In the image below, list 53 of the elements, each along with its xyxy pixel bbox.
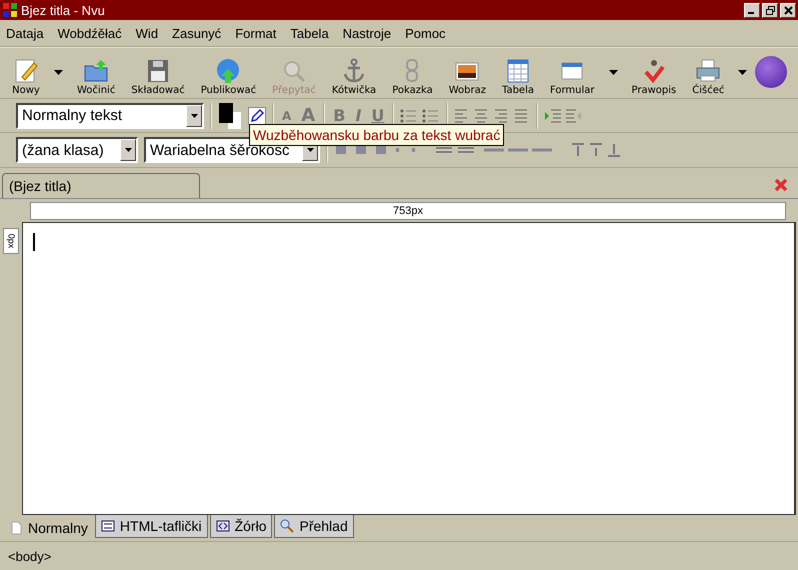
toolbar-button[interactable]: Tabela	[494, 57, 542, 96]
toolbar-button[interactable]: Wočinić	[69, 57, 124, 96]
caret-icon[interactable]	[306, 148, 314, 152]
horizontal-ruler: 753px	[30, 202, 786, 220]
page-icon	[9, 520, 23, 534]
indent-icon[interactable]	[544, 108, 582, 122]
menu-item[interactable]: Nastroje	[342, 26, 392, 40]
mode-tab[interactable]: HTML-taflički	[94, 515, 208, 538]
close-button[interactable]	[780, 2, 796, 18]
menu-item[interactable]: Dataja	[6, 26, 44, 40]
color-swatch-icon[interactable]	[218, 102, 242, 130]
close-icon	[784, 6, 792, 14]
caret-icon[interactable]	[124, 148, 132, 152]
tooltip: Wuzběhowansku barbu za tekst wubrać	[249, 124, 504, 146]
caret-icon[interactable]	[54, 70, 63, 74]
mode-tab[interactable]: Přehlad	[274, 515, 354, 538]
tag-icon	[100, 519, 115, 533]
menu-item[interactable]: Wid	[136, 26, 158, 40]
toolbar-button[interactable]: Formular	[542, 57, 603, 96]
code-icon	[216, 519, 230, 533]
window-title: Bjez titla - Nvu	[21, 2, 105, 18]
text-cursor	[33, 233, 35, 251]
caret-icon[interactable]	[738, 70, 748, 74]
toolbar-button[interactable]: Prawopis	[624, 57, 684, 96]
menu-item[interactable]: Pomoc	[405, 26, 446, 40]
toolbar-button[interactable]: Kótwička	[324, 57, 384, 96]
minimize-button[interactable]	[744, 2, 760, 18]
toolbar-button[interactable]: Ćišćeć	[684, 57, 732, 96]
mode-tab[interactable]: Žórło	[210, 515, 272, 538]
status-path: <body>	[8, 548, 52, 564]
toolbar-button[interactable]: Publikować	[192, 57, 264, 96]
menu-item[interactable]: Tabela	[290, 26, 329, 40]
paragraph-format-select[interactable]: Normalny tekst	[16, 102, 204, 128]
magnifier-icon	[280, 519, 294, 533]
toolbar-button[interactable]: Nowy	[4, 57, 48, 96]
pencil-icon[interactable]	[248, 106, 266, 124]
toolbar-button[interactable]: Wobraz	[440, 57, 494, 96]
document-tab[interactable]: (Bjez titla)	[2, 173, 200, 198]
restore-icon	[766, 6, 774, 14]
list-icon[interactable]	[400, 108, 440, 124]
vertical-ruler: 0px	[3, 228, 19, 254]
restore-button[interactable]	[762, 2, 778, 18]
menu-item[interactable]: Zasunyć	[172, 26, 222, 40]
toolbar-button[interactable]: Pokazka	[384, 57, 441, 96]
menu-item[interactable]: Wobdźěłać	[58, 26, 122, 40]
close-icon[interactable]	[774, 178, 788, 192]
app-icon	[2, 2, 18, 18]
caret-icon[interactable]	[190, 114, 198, 118]
caret-icon[interactable]	[608, 70, 618, 74]
menu-item[interactable]: Format	[235, 26, 276, 40]
toolbar-button[interactable]: Składować	[123, 57, 193, 96]
class-select[interactable]: (žana klasa)	[16, 137, 138, 163]
logo-icon	[755, 56, 788, 88]
